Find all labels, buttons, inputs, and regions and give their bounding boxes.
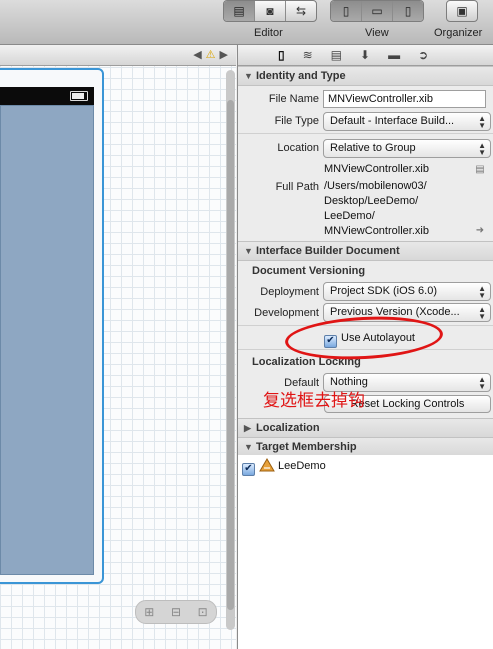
annotation-text: 复选框去掉钩: [263, 391, 365, 411]
app-target-icon: [259, 458, 275, 472]
reveal-in-finder-icon[interactable]: ➜: [474, 225, 486, 237]
localization-section-header[interactable]: ▶ Localization: [238, 418, 493, 438]
popup-arrows-icon: ▲ ▼: [478, 375, 486, 391]
file-name-label: File Name: [268, 93, 319, 105]
file-name-field[interactable]: MNViewController.xib: [323, 90, 486, 108]
canvas-scrollbar[interactable]: [226, 70, 235, 630]
view-segmented-control[interactable]: ▯ ▭ ▯: [330, 0, 424, 22]
choose-file-icon[interactable]: ▤: [474, 164, 486, 176]
deployment-popup[interactable]: Project SDK (iOS 6.0) ▲ ▼: [323, 282, 491, 301]
utilities-toggle-icon[interactable]: ▯: [393, 1, 423, 21]
navigator-toggle-icon[interactable]: ▯: [331, 1, 362, 21]
file-name-row: File Name MNViewController.xib: [238, 89, 493, 109]
full-path-line-1: /Users/mobilenow03/: [324, 180, 427, 192]
canvas-controls: ⊞ ⊟ ⊡: [135, 600, 217, 624]
identity-section-title: Identity and Type: [256, 70, 346, 82]
assistant-editor-icon[interactable]: ◙: [255, 1, 286, 21]
location-label: Location: [277, 142, 319, 154]
development-label: Development: [254, 307, 319, 319]
canvas-jump-bar: ◀⚠▶: [0, 45, 236, 66]
popup-arrows-icon: ▲ ▼: [478, 141, 486, 157]
deployment-row: Deployment Project SDK (iOS 6.0) ▲ ▼: [238, 282, 493, 302]
location-popup[interactable]: Relative to Group ▲ ▼: [323, 139, 491, 158]
location-row: Location Relative to Group ▲ ▼: [238, 138, 493, 158]
editor-label: Editor: [254, 27, 283, 39]
localization-section-title: Localization: [256, 422, 320, 434]
left-arrow-icon[interactable]: ◀: [193, 49, 205, 61]
debug-area-toggle-icon[interactable]: ▭: [362, 1, 393, 21]
attributes-inspector-icon[interactable]: ⬇: [360, 48, 370, 62]
quick-help-icon[interactable]: ≋: [303, 48, 313, 62]
inspector-tabs: ▯ ≋ ▤ ⬇ ▬ ➲: [238, 45, 493, 66]
identity-section-header[interactable]: ▼ Identity and Type: [238, 66, 493, 86]
resize-icon[interactable]: ⊡: [198, 605, 208, 619]
target-membership-section-title: Target Membership: [256, 441, 357, 453]
connections-inspector-icon[interactable]: ➲: [418, 48, 428, 62]
identity-inspector-icon[interactable]: ▤: [331, 48, 342, 62]
toolbar: ▤ ◙ ⇆ Editor ▯ ▭ ▯ View ▣ Organizer: [0, 0, 493, 45]
version-editor-icon[interactable]: ⇆: [286, 1, 316, 21]
warning-icon[interactable]: ⚠: [206, 49, 220, 61]
popup-arrows-icon: ▲ ▼: [478, 305, 486, 321]
target-list-item[interactable]: ✔ LeeDemo: [242, 458, 326, 476]
disclosure-triangle-icon[interactable]: ▶: [244, 419, 256, 437]
align-icon[interactable]: ⊞: [144, 605, 154, 619]
status-bar: [0, 87, 94, 105]
file-type-label: File Type: [274, 115, 319, 127]
organizer-button[interactable]: ▣: [446, 0, 478, 22]
popup-arrows-icon: ▲ ▼: [478, 114, 486, 130]
pin-icon[interactable]: ⊟: [171, 605, 181, 619]
file-type-value: Default - Interface Build...: [330, 115, 455, 127]
target-membership-section-header[interactable]: ▼ Target Membership: [238, 437, 493, 457]
root-view[interactable]: [0, 105, 94, 575]
file-type-popup[interactable]: Default - Interface Build... ▲ ▼: [323, 112, 491, 131]
file-type-row: File Type Default - Interface Build... ▲…: [238, 111, 493, 131]
popup-arrows-icon: ▲ ▼: [478, 284, 486, 300]
full-path-line-3: LeeDemo/: [324, 210, 375, 222]
view-label: View: [365, 27, 389, 39]
ib-document-section-header[interactable]: ▼ Interface Builder Document: [238, 241, 493, 261]
full-path-line-2: Desktop/LeeDemo/: [324, 195, 419, 207]
battery-icon: [70, 91, 88, 101]
jump-bar-nav: ◀⚠▶: [193, 48, 232, 61]
editor-segmented-control[interactable]: ▤ ◙ ⇆: [223, 0, 317, 22]
standard-editor-icon[interactable]: ▤: [224, 1, 255, 21]
size-inspector-icon[interactable]: ▬: [388, 48, 400, 62]
document-versioning-heading: Document Versioning: [252, 265, 366, 277]
location-file-name: MNViewController.xib: [324, 163, 429, 175]
divider: [238, 133, 493, 134]
disclosure-triangle-icon[interactable]: ▼: [244, 67, 256, 85]
ib-document-section-title: Interface Builder Document: [256, 245, 400, 257]
full-path-line-4: MNViewController.xib: [324, 225, 429, 237]
file-inspector-icon[interactable]: ▯: [278, 48, 285, 62]
full-path-label: Full Path: [275, 181, 319, 193]
location-value: Relative to Group: [330, 142, 416, 154]
iphone-view-frame[interactable]: [0, 68, 104, 584]
target-membership-list: [238, 455, 493, 649]
deployment-value: Project SDK (iOS 6.0): [330, 285, 437, 297]
disclosure-triangle-icon[interactable]: ▼: [244, 242, 256, 260]
right-arrow-icon[interactable]: ▶: [220, 49, 232, 61]
deployment-label: Deployment: [260, 286, 319, 298]
checkbox-checked-icon[interactable]: ✔: [242, 463, 255, 476]
organizer-label: Organizer: [434, 27, 483, 39]
disclosure-triangle-icon[interactable]: ▼: [244, 438, 256, 456]
target-label: LeeDemo: [278, 460, 326, 472]
organizer-icon[interactable]: ▣: [447, 1, 477, 21]
